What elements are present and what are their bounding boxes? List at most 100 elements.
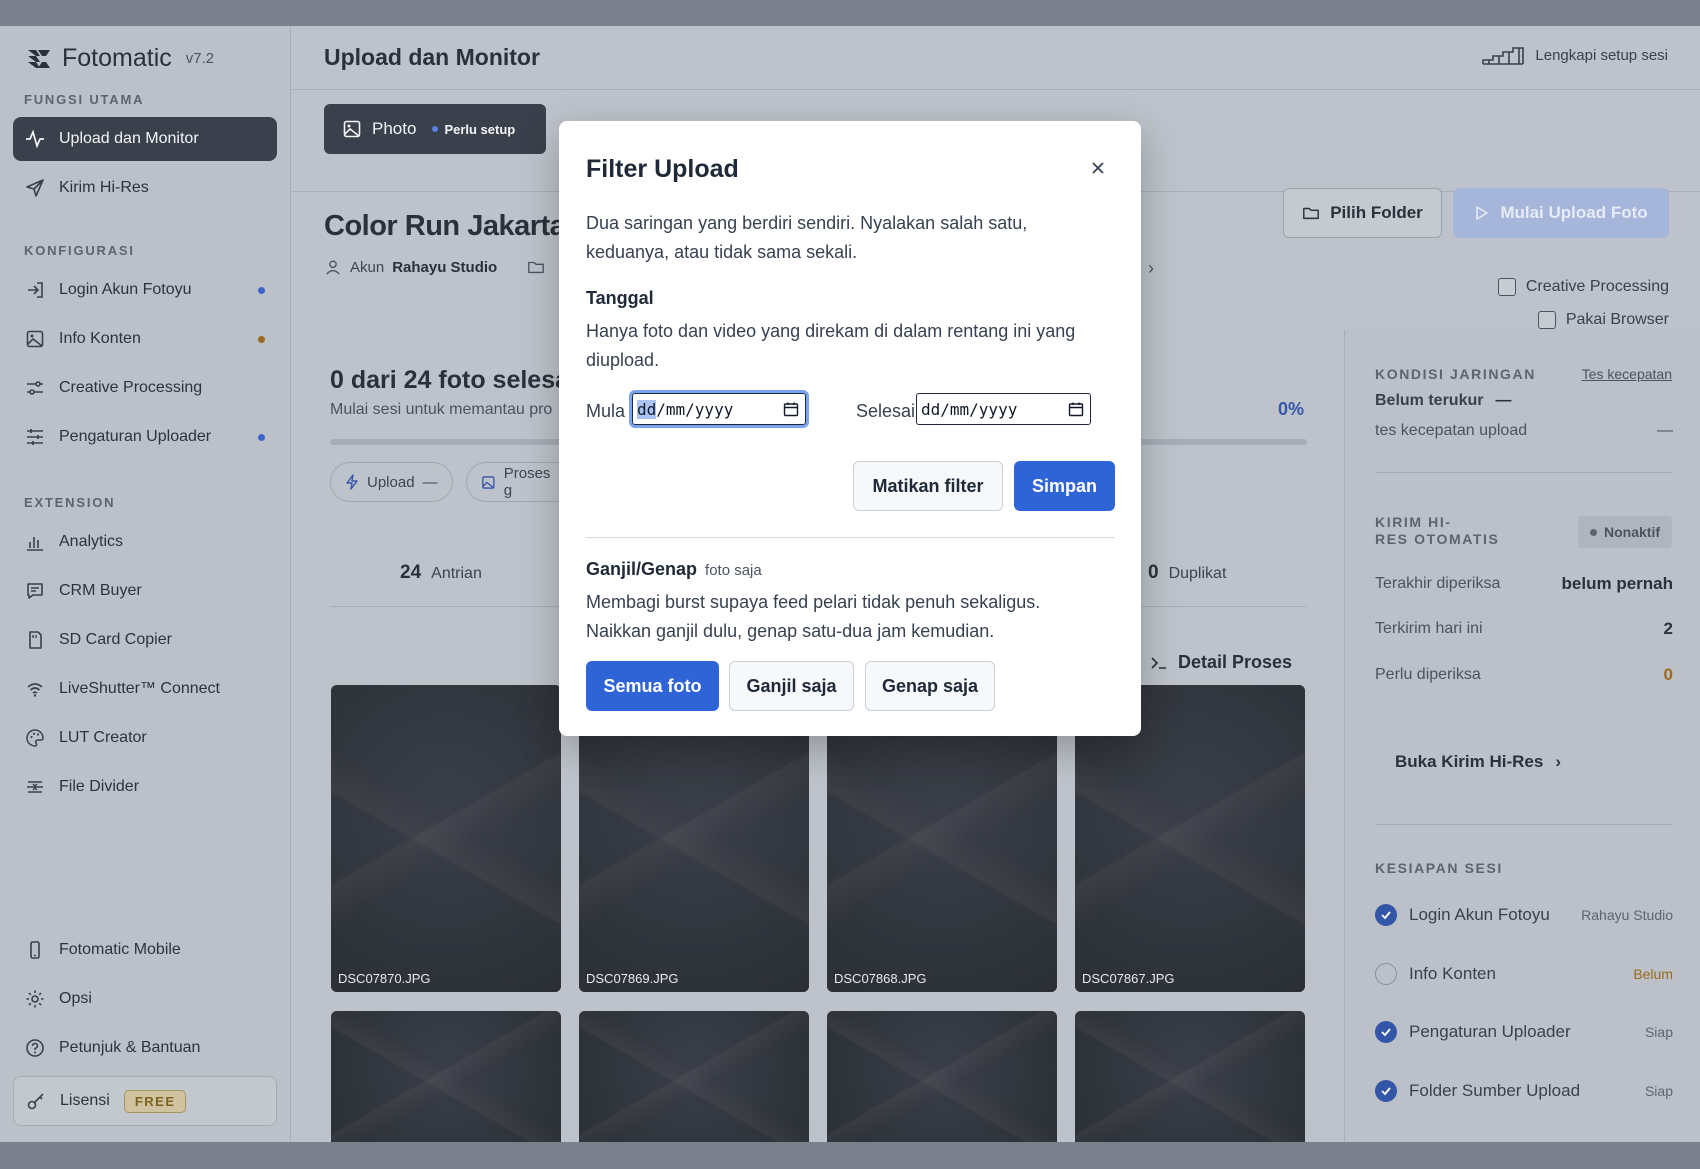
status-dot (258, 336, 265, 343)
even-only-option[interactable]: Genap saja (865, 661, 995, 711)
sidebar-item-fotomatic-mobile[interactable]: Fotomatic Mobile (13, 928, 277, 972)
progress-title: 0 dari 24 foto selesa (330, 366, 570, 394)
divider (586, 537, 1115, 538)
folder-icon (1303, 207, 1320, 220)
tab-photo-label: Photo (372, 119, 417, 138)
creative-processing-checkbox[interactable]: Creative Processing (1497, 278, 1669, 296)
readiness-item[interactable]: Pengaturan Uploader Siap (1375, 1021, 1673, 1043)
key-icon (27, 1093, 44, 1110)
pick-folder-label: Pilih Folder (1330, 203, 1423, 222)
thumbnail-filename: DSC07870.JPG (338, 971, 431, 986)
checkbox-box[interactable] (1537, 311, 1556, 329)
sidebar-item-analytics[interactable]: Analytics (13, 520, 277, 564)
start-upload-button[interactable]: Mulai Upload Foto (1453, 188, 1669, 238)
readiness-item[interactable]: Info Konten Belum (1375, 963, 1673, 985)
calendar-icon[interactable] (1068, 401, 1084, 417)
end-date-input[interactable]: dd/mm/yyyy (916, 393, 1091, 425)
sidebar-item-kirim-hires[interactable]: Kirim Hi-Res (13, 166, 277, 210)
thumbnail-filename: DSC07868.JPG (834, 971, 927, 986)
check-icon (1375, 904, 1397, 926)
main-header: Upload dan Monitor Lengkapi setup sesi (292, 26, 1700, 90)
photo-thumbnail[interactable]: DSC07870.JPG (331, 685, 561, 992)
sidebar-item-label: LiveShutter™ Connect (59, 680, 220, 697)
sidebar-item-login-fotoyu[interactable]: Login Akun Fotoyu (13, 268, 277, 312)
app-name: Fotomatic (62, 44, 172, 72)
open-hires-button[interactable]: Buka Kirim Hi-Res › (1395, 752, 1561, 772)
sidebar-item-upload-monitor[interactable]: Upload dan Monitor (13, 117, 277, 161)
filter-upload-dialog: Filter Upload Dua saringan yang berdiri … (559, 121, 1141, 736)
sidebar-item-label: Creative Processing (59, 379, 203, 396)
thumbnail-filename: DSC07867.JPG (1082, 971, 1175, 986)
need-check-row: Perlu diperiksa 0 (1375, 665, 1673, 685)
odd-even-title: Ganjil/Genap (586, 559, 698, 579)
setup-link-label: Lengkapi setup sesi (1535, 46, 1668, 64)
sidebar-item-help[interactable]: Petunjuk & Bantuan (13, 1026, 277, 1070)
readiness-item-status: Siap (1644, 1024, 1673, 1040)
calendar-icon[interactable] (783, 401, 799, 417)
detail-proses-label: Detail Proses (1178, 652, 1293, 672)
progress-subtitle: Mulai sesi untuk memantau pro (330, 401, 553, 418)
photo-thumbnail[interactable] (1075, 1011, 1305, 1142)
readiness-item[interactable]: Login Akun Fotoyu Rahayu Studio (1375, 904, 1673, 926)
sidebar-item-crm-buyer[interactable]: CRM Buyer (13, 569, 277, 613)
license-label: Lisensi (60, 1092, 110, 1109)
section-config-label: KONFIGURASI (24, 243, 135, 258)
event-meta: Akun Rahayu Studio (324, 258, 545, 276)
auto-hires-label-line1: KIRIM HI- (1375, 514, 1452, 530)
pill-process-label: Proses g (503, 465, 551, 499)
setup-session-link[interactable]: Lengkapi setup sesi (1481, 44, 1668, 66)
sidebar-item-liveshutter-connect[interactable]: LiveShutter™ Connect (13, 667, 277, 711)
close-icon[interactable] (1089, 159, 1107, 177)
fotomatic-logo-icon (28, 49, 50, 68)
last-checked-value: belum pernah (1561, 574, 1673, 593)
app-window: Fotomatic v7.2 FUNGSI UTAMA Upload dan M… (0, 26, 1700, 1142)
auto-hires-label: KIRIM HI- RES OTOMATIS (1375, 514, 1499, 548)
sent-today-label: Terkirim hari ini (1375, 620, 1483, 637)
all-photos-option[interactable]: Semua foto (586, 661, 719, 711)
event-title: Color Run Jakarta (324, 210, 566, 242)
start-date-input[interactable]: dd/mm/yyyy (629, 390, 809, 428)
session-readiness-label: KESIAPAN SESI (1375, 860, 1503, 876)
sidebar-item-label: Upload dan Monitor (59, 130, 199, 147)
readiness-item-label: Pengaturan Uploader (1409, 1022, 1571, 1041)
send-icon (26, 179, 44, 197)
checkbox-label: Creative Processing (1525, 278, 1669, 295)
sidebar-item-lut-creator[interactable]: LUT Creator (13, 716, 277, 760)
network-status: Belum terukur — (1375, 392, 1673, 410)
sliders-icon (27, 381, 43, 395)
sent-today-row: Terkirim hari ini 2 (1375, 619, 1673, 639)
duplicate-label: Duplikat (1168, 565, 1227, 582)
status-dot (258, 287, 265, 294)
license-button[interactable]: Lisensi FREE (13, 1076, 277, 1126)
sidebar-item-creative-processing[interactable]: Creative Processing (13, 366, 277, 410)
tab-photo[interactable]: Photo Perlu setup (324, 104, 546, 154)
readiness-item[interactable]: Folder Sumber Upload Siap (1375, 1080, 1673, 1102)
wifi-icon (27, 683, 43, 697)
odd-only-option[interactable]: Ganjil saja (729, 661, 854, 711)
sidebar-item-label: Kirim Hi-Res (59, 179, 149, 196)
sidebar-item-file-divider[interactable]: File Divider (13, 765, 277, 809)
date-heading: Tanggal (586, 288, 654, 308)
sent-today-value: 2 (1663, 619, 1673, 638)
sidebar-item-pengaturan-uploader[interactable]: Pengaturan Uploader (13, 415, 277, 459)
checkbox-box[interactable] (1497, 278, 1516, 296)
disable-filter-button[interactable]: Matikan filter (853, 461, 1003, 511)
activity-icon (26, 129, 44, 149)
photo-thumbnail[interactable] (827, 1011, 1057, 1142)
detail-proses-button[interactable]: Detail Proses (1150, 652, 1292, 673)
sidebar-item-sd-card-copier[interactable]: SD Card Copier (13, 618, 277, 662)
sidebar-item-opsi[interactable]: Opsi (13, 977, 277, 1021)
window-top-bar (0, 0, 1700, 26)
upload-speed-row: tes kecepatan upload — (1375, 422, 1673, 440)
photo-thumbnail[interactable] (331, 1011, 561, 1142)
pick-folder-button[interactable]: Pilih Folder (1283, 188, 1442, 238)
speed-test-link[interactable]: Tes kecepatan (1582, 366, 1672, 382)
save-button[interactable]: Simpan (1014, 461, 1115, 511)
image-icon (26, 330, 44, 348)
odd-even-help: Membagi burst supaya feed pelari tidak p… (586, 592, 1041, 641)
use-browser-checkbox[interactable]: Pakai Browser (1537, 311, 1669, 329)
chevron-right-icon[interactable]: › (1148, 258, 1154, 279)
photo-thumbnail[interactable] (579, 1011, 809, 1142)
thumbnail-filename: DSC07869.JPG (586, 971, 679, 986)
sidebar-item-info-konten[interactable]: Info Konten (13, 317, 277, 361)
